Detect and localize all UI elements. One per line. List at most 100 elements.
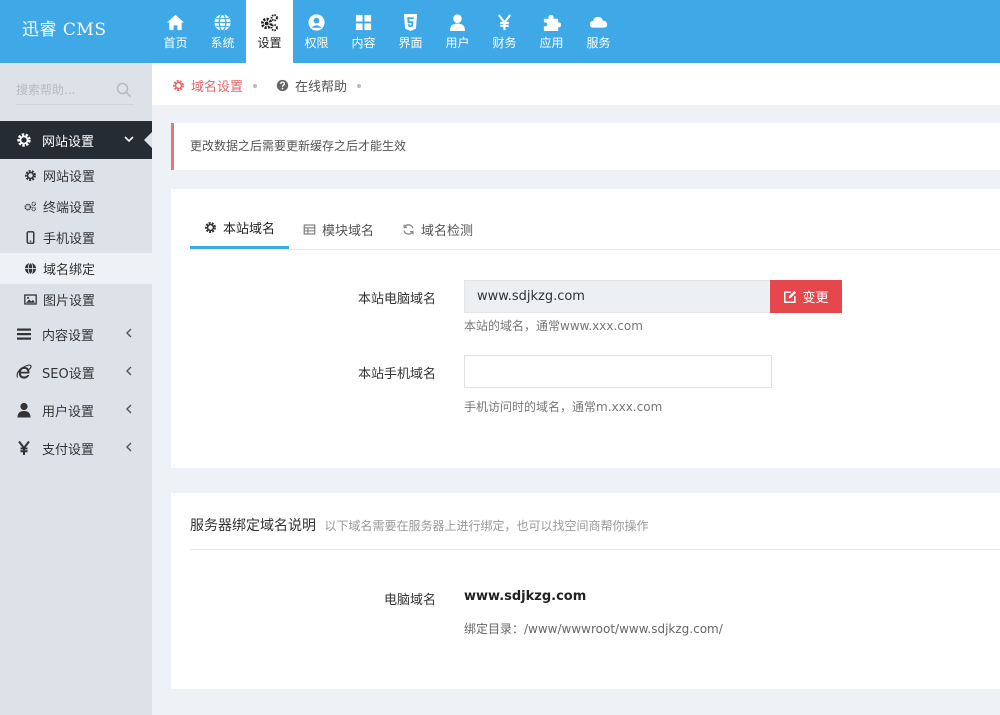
- table-icon: [303, 223, 316, 235]
- sidebar-item-label: 网站设置: [43, 170, 96, 185]
- domain-settings-panel: 本站域名 模块域名 域名检测 本站电脑域名 变更 本站的域名，通常www.xxx…: [171, 189, 1000, 468]
- breadcrumb-current[interactable]: 域名设置: [172, 76, 258, 95]
- home-icon: [166, 14, 185, 31]
- topnav-finance[interactable]: 财务: [481, 0, 528, 63]
- image-icon: [24, 294, 37, 305]
- pc-domain-input[interactable]: [464, 280, 770, 313]
- topnav-system[interactable]: 系统: [199, 0, 246, 63]
- topnav-label: 权限: [304, 36, 329, 50]
- sidebar-group-site-settings[interactable]: 网站设置: [0, 121, 152, 159]
- tab-bar: 本站域名 模块域名 域名检测: [190, 209, 487, 249]
- topnav-label: 首页: [163, 36, 188, 50]
- tab-label: 域名检测: [421, 223, 474, 239]
- topnav-permissions[interactable]: 权限: [293, 0, 340, 63]
- gears-icon: [24, 201, 37, 212]
- sidebar-item-label: 图片设置: [43, 294, 96, 309]
- mobile-icon: [26, 231, 35, 244]
- tab-module-domain[interactable]: 模块域名: [289, 209, 388, 249]
- topnav-services[interactable]: 服务: [575, 0, 622, 63]
- list-icon: [17, 328, 31, 340]
- sidebar-group-label: SEO设置: [42, 366, 95, 382]
- cloud-icon: [589, 16, 608, 28]
- topnav-content[interactable]: 内容: [340, 0, 387, 63]
- topnav-label: 界面: [398, 36, 423, 50]
- server-pc-domain-value: www.sdjkzg.com: [464, 589, 587, 604]
- user-icon: [17, 402, 31, 418]
- tab-divider: [190, 249, 1000, 250]
- user-circle-icon: [308, 14, 325, 31]
- edit-icon: [784, 290, 797, 303]
- topnav-label: 设置: [257, 36, 282, 50]
- user-icon: [449, 14, 466, 32]
- topnav-label: 服务: [586, 36, 611, 50]
- sidebar-group-label: 内容设置: [42, 328, 95, 344]
- cache-alert: 更改数据之后需要更新缓存之后才能生效: [171, 123, 1000, 170]
- grid-icon: [355, 14, 372, 31]
- change-button-label: 变更: [802, 291, 829, 306]
- gear-icon: [173, 80, 184, 91]
- topnav-users[interactable]: 用户: [434, 0, 481, 63]
- breadcrumb-separator: [357, 83, 362, 88]
- topnav-home[interactable]: 首页: [152, 0, 199, 63]
- breadcrumb-separator: [253, 83, 258, 88]
- topnav-label: 内容: [351, 36, 376, 50]
- topnav-interface[interactable]: 界面: [387, 0, 434, 63]
- yen-icon: [18, 440, 30, 455]
- tab-domain-check[interactable]: 域名检测: [388, 209, 487, 249]
- sidebar-item-label: 手机设置: [43, 232, 96, 247]
- sidebar-item-domain-binding[interactable]: 域名绑定: [0, 253, 152, 284]
- chevron-down-icon: [124, 136, 134, 143]
- server-binding-title: 服务器绑定域名说明 以下域名需要在服务器上进行绑定，也可以找空间商帮你操作: [190, 515, 648, 535]
- sidebar-group-content-settings[interactable]: 内容设置: [0, 315, 152, 353]
- yen-icon: [497, 14, 512, 31]
- puzzle-icon: [543, 14, 561, 32]
- topnav-label: 系统: [210, 36, 235, 50]
- topnav-settings[interactable]: 设置: [246, 0, 293, 63]
- top-bar: 迅睿 CMS 首页 系统 设置 权限 内容 界面 用户 财务 应用 服务: [0, 0, 1000, 63]
- sidebar-group-payment-settings[interactable]: 支付设置: [0, 429, 152, 467]
- breadcrumb-current-label: 域名设置: [191, 80, 244, 95]
- chevron-left-icon: [126, 328, 132, 338]
- ie-icon: [16, 364, 32, 379]
- mobile-domain-help: 手机访问时的域名，通常m.xxx.com: [464, 400, 663, 414]
- pc-domain-label: 本站电脑域名: [357, 292, 436, 307]
- mobile-domain-input[interactable]: [464, 355, 772, 388]
- globe-icon: [214, 13, 231, 32]
- server-binding-heading: 服务器绑定域名说明: [190, 518, 316, 534]
- topnav-apps[interactable]: 应用: [528, 0, 575, 63]
- sidebar: 网站设置 网站设置 终端设置 手机设置 域名绑定 图片设置 内容设置 SEO设置…: [0, 63, 152, 715]
- topnav-label: 用户: [445, 36, 470, 50]
- gear-icon: [25, 170, 36, 181]
- server-pc-domain-label: 电脑域名: [383, 593, 436, 608]
- sidebar-item-label: 终端设置: [43, 201, 96, 216]
- chevron-left-icon: [126, 366, 132, 376]
- topnav-label: 应用: [539, 36, 564, 50]
- refresh-icon: [403, 223, 414, 235]
- sidebar-item-image-settings[interactable]: 图片设置: [0, 284, 152, 315]
- mobile-domain-label: 本站手机域名: [357, 367, 436, 382]
- gear-icon: [205, 222, 216, 233]
- gear-icon: [17, 133, 31, 147]
- search-input[interactable]: [16, 77, 112, 103]
- sidebar-group-label: 用户设置: [42, 404, 95, 420]
- sidebar-group-user-settings[interactable]: 用户设置: [0, 391, 152, 429]
- sidebar-item-mobile-settings[interactable]: 手机设置: [0, 222, 152, 253]
- breadcrumb-help-label: 在线帮助: [295, 80, 348, 95]
- breadcrumb-help-link[interactable]: 在线帮助: [276, 76, 362, 95]
- pc-domain-group: 变更: [464, 280, 842, 313]
- tab-site-domain[interactable]: 本站域名: [190, 209, 290, 249]
- panel-divider: [190, 549, 1000, 550]
- search-icon[interactable]: [116, 82, 132, 98]
- change-domain-button[interactable]: 变更: [770, 280, 842, 313]
- server-binding-panel: 服务器绑定域名说明 以下域名需要在服务器上进行绑定，也可以找空间商帮你操作 电脑…: [171, 493, 1000, 689]
- chevron-left-icon: [126, 442, 132, 452]
- sidebar-group-label: 网站设置: [42, 134, 95, 150]
- top-nav: 首页 系统 设置 权限 内容 界面 用户 财务 应用 服务: [152, 0, 622, 63]
- sidebar-item-site-settings[interactable]: 网站设置: [0, 160, 152, 191]
- brand-logo[interactable]: 迅睿 CMS: [0, 0, 152, 63]
- server-binding-subtitle: 以下域名需要在服务器上进行绑定，也可以找空间商帮你操作: [324, 519, 649, 533]
- sidebar-item-terminal-settings[interactable]: 终端设置: [0, 191, 152, 222]
- sidebar-group-seo-settings[interactable]: SEO设置: [0, 353, 152, 391]
- breadcrumb: 域名设置 在线帮助: [152, 63, 1000, 105]
- pc-domain-help: 本站的域名，通常www.xxx.com: [464, 319, 643, 333]
